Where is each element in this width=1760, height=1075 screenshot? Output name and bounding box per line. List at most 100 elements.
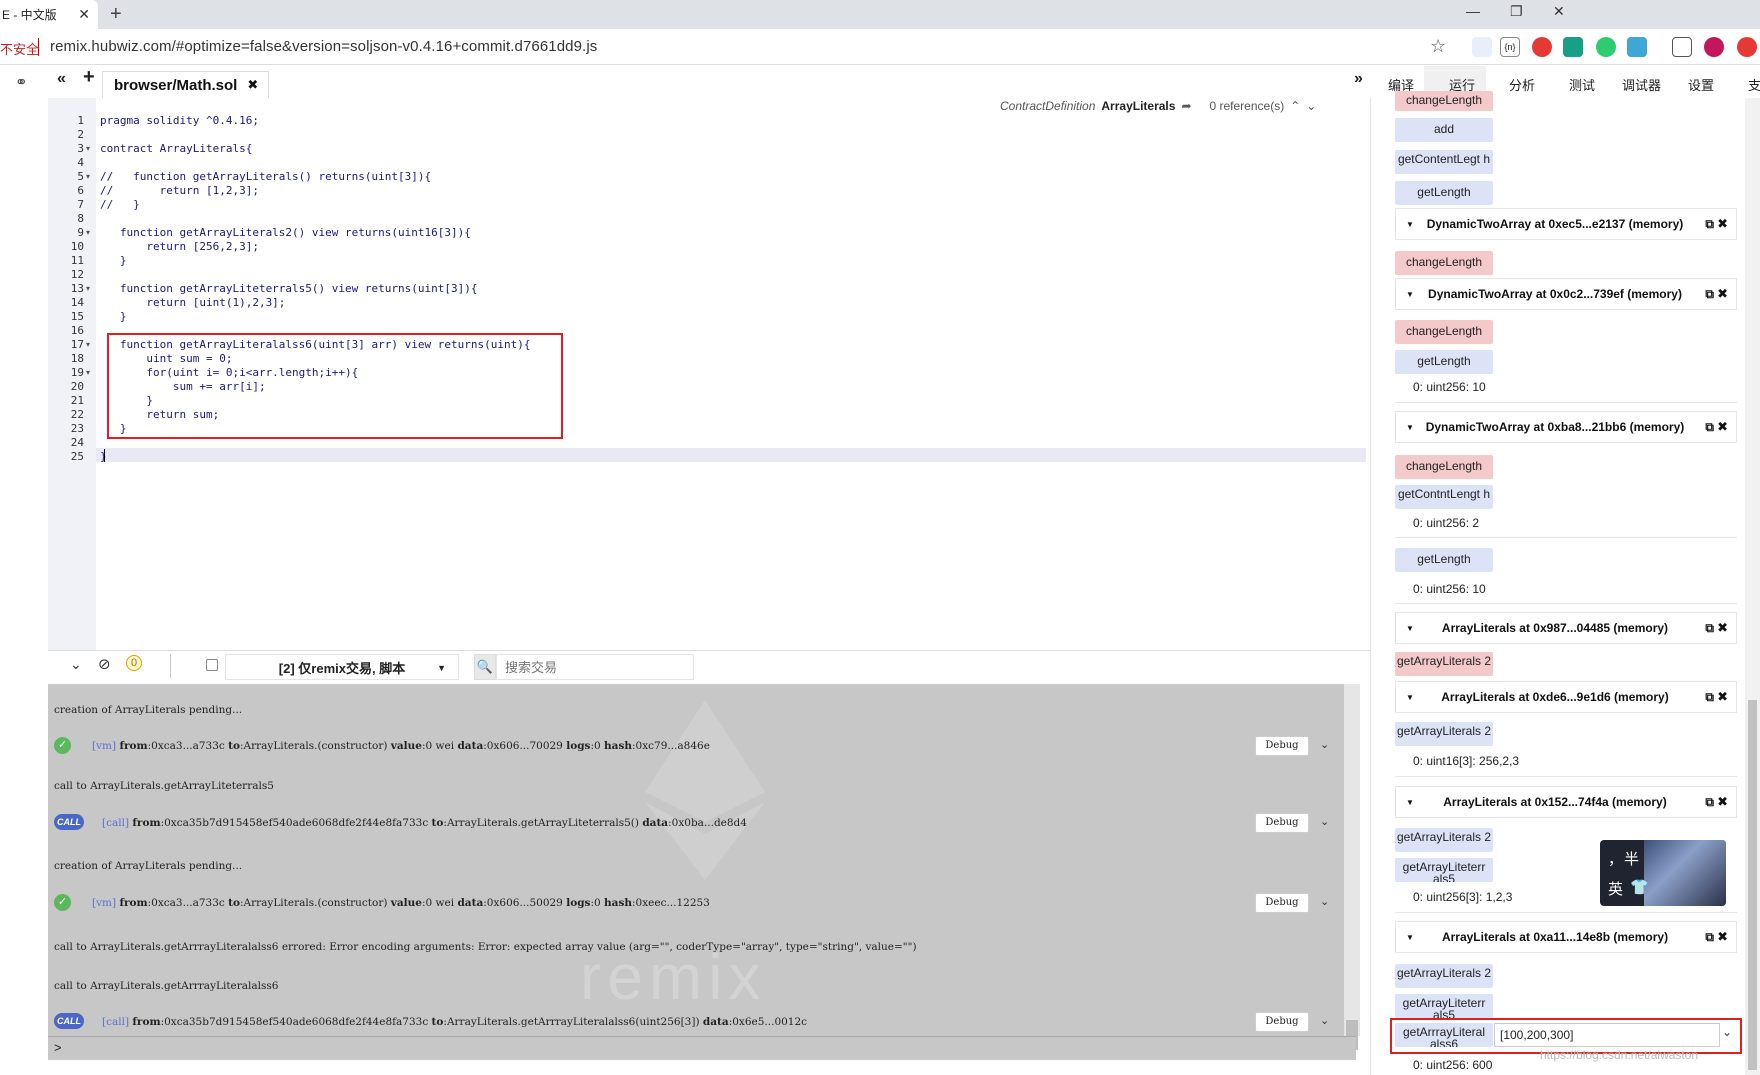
remove-instance-icon[interactable]: ✖ [1717, 689, 1728, 705]
copy-address-icon[interactable]: ⧉ [1705, 287, 1714, 302]
copy-address-icon[interactable]: ⧉ [1705, 420, 1714, 435]
collapse-left-icon[interactable]: « [57, 70, 66, 88]
fn-button-changeLength[interactable]: changeLength [1395, 91, 1493, 111]
tab-support[interactable]: 支 [1748, 75, 1760, 94]
instance-header[interactable]: ▼ DynamicTwoArray at 0xba8...21bb6 (memo… [1395, 411, 1737, 443]
fold-toggle-icon[interactable]: ▾ [86, 282, 90, 296]
collapse-triangle-icon[interactable]: ▼ [1406, 423, 1414, 432]
window-restore-button[interactable]: ❐ [1510, 3, 1523, 20]
bookmark-star-icon[interactable]: ☆ [1430, 36, 1446, 57]
extension-json-icon[interactable]: {n} [1500, 37, 1520, 57]
tx-log-line[interactable]: [vm] from:0xca3...a733c to:ArrayLiterals… [92, 740, 710, 752]
debug-button[interactable]: Debug [1255, 813, 1309, 833]
new-tab-button[interactable]: + [110, 3, 122, 26]
remove-instance-icon[interactable]: ✖ [1717, 286, 1728, 302]
code-line[interactable]: // function getArrayLiterals() returns(u… [100, 170, 431, 184]
collapse-triangle-icon[interactable]: ▼ [1406, 693, 1414, 702]
extension-red-icon[interactable] [1737, 37, 1757, 57]
url-field[interactable]: remix.hubwiz.com/#optimize=false&version… [50, 38, 597, 55]
fn-button-getLength[interactable]: getLength [1395, 548, 1493, 572]
file-tab-close-icon[interactable]: ✖ [247, 77, 258, 93]
remove-instance-icon[interactable]: ✖ [1717, 620, 1728, 636]
tab-debugger[interactable]: 调试器 [1622, 75, 1661, 94]
instance-header[interactable]: ▼ ArrayLiterals at 0xde6...9e1d6 (memory… [1395, 681, 1737, 713]
listen-network-checkbox[interactable] [206, 659, 218, 671]
code-line[interactable]: return [256,2,3]; [100, 240, 259, 254]
remove-instance-icon[interactable]: ✖ [1717, 419, 1728, 435]
fn-button-getArrayLiteterrals5[interactable]: getArrayLiteterr als5 [1395, 858, 1493, 882]
window-close-button[interactable]: ✕ [1553, 3, 1565, 20]
search-tx-input[interactable] [496, 654, 694, 680]
expand-tx-chevron-icon[interactable]: ⌄ [1320, 895, 1329, 908]
debug-button[interactable]: Debug [1255, 1012, 1309, 1032]
collapse-triangle-icon[interactable]: ▼ [1406, 624, 1414, 633]
extension-adblock-icon[interactable] [1532, 37, 1552, 57]
copy-address-icon[interactable]: ⧉ [1705, 930, 1714, 945]
terminal-prompt-row[interactable] [48, 1036, 1356, 1060]
expand-right-icon[interactable]: » [1354, 70, 1363, 88]
collapse-triangle-icon[interactable]: ▼ [1406, 798, 1414, 807]
search-icon[interactable]: 🔍 [474, 654, 496, 680]
fn-button-getArrayLiterals2[interactable]: getArrayLiterals 2 [1395, 722, 1493, 746]
run-panel-scroll-thumb[interactable] [1748, 700, 1757, 1070]
tx-log-line[interactable]: [call] from:0xca35b7d915458ef540ade6068d… [102, 817, 747, 829]
instance-header[interactable]: ▼ DynamicTwoArray at 0xec5...e2137 (memo… [1395, 208, 1737, 240]
instance-header[interactable]: ▼ ArrayLiterals at 0x152...74f4a (memory… [1395, 786, 1737, 818]
debug-button[interactable]: Debug [1255, 893, 1309, 913]
extension-screenshot-icon[interactable] [1563, 37, 1583, 57]
goto-definition-icon[interactable]: ➦ [1181, 99, 1191, 113]
next-reference-icon[interactable]: ⌄ [1306, 99, 1316, 113]
code-line[interactable]: } [100, 254, 127, 268]
collapse-triangle-icon[interactable]: ▼ [1406, 220, 1414, 229]
instance-header[interactable]: ▼ ArrayLiterals at 0xa11...14e8b (memory… [1395, 921, 1737, 953]
fn-button-getContntLength[interactable]: getContntLengt h [1395, 485, 1493, 509]
code-line[interactable]: // } [100, 198, 140, 212]
link-icon[interactable]: ⚭ [15, 73, 28, 91]
fold-toggle-icon[interactable]: ▾ [86, 142, 90, 156]
copy-address-icon[interactable]: ⧉ [1705, 621, 1714, 636]
remove-instance-icon[interactable]: ✖ [1717, 216, 1728, 232]
code-line[interactable]: // return [1,2,3]; [100, 184, 259, 198]
instance-header[interactable]: ▼ ArrayLiterals at 0x987...04485 (memory… [1395, 612, 1737, 644]
fn-button-getArrayLiterals2[interactable]: getArrayLiterals 2 [1395, 652, 1493, 676]
instance-header[interactable]: ▼ DynamicTwoArray at 0x0c2...739ef (memo… [1395, 278, 1737, 310]
browser-tab-close-icon[interactable]: ✕ [78, 6, 90, 23]
fn-button-changeLength[interactable]: changeLength [1395, 455, 1493, 479]
reading-list-icon[interactable] [1672, 37, 1692, 57]
fold-toggle-icon[interactable]: ▾ [86, 170, 90, 184]
fn-button-getArrayLiteterrals5[interactable]: getArrayLiteterr als5 [1395, 994, 1493, 1018]
copy-address-icon[interactable]: ⧉ [1705, 795, 1714, 810]
profile-avatar[interactable] [1704, 37, 1724, 57]
code-line[interactable]: function getArrayLiterals2() view return… [100, 226, 471, 240]
fn-button-getArrayLiterals2[interactable]: getArrayLiterals 2 [1395, 828, 1493, 852]
code-line[interactable]: contract ArrayLiterals{ [100, 142, 252, 156]
tab-settings[interactable]: 设置 [1688, 75, 1714, 94]
expand-tx-chevron-icon[interactable]: ⌄ [1320, 1014, 1329, 1027]
code-line[interactable]: } [100, 310, 127, 324]
tx-log-line[interactable]: [vm] from:0xca3...a733c to:ArrayLiterals… [92, 897, 710, 909]
terminal-collapse-icon[interactable]: ⌄ [70, 656, 82, 673]
expand-tx-chevron-icon[interactable]: ⌄ [1320, 815, 1329, 828]
tx-log-line[interactable]: [call] from:0xca35b7d915458ef540ade6068d… [102, 1016, 807, 1028]
tab-test[interactable]: 测试 [1569, 75, 1595, 94]
fold-toggle-icon[interactable]: ▾ [86, 226, 90, 240]
ime-status-badge[interactable]: ， 半 英 👕 [1600, 840, 1726, 906]
code-line[interactable]: return [uint(1),2,3]; [100, 296, 285, 310]
copy-address-icon[interactable]: ⧉ [1705, 217, 1714, 232]
code-line[interactable]: pragma solidity ^0.4.16; [100, 114, 259, 128]
add-file-icon[interactable]: + [83, 66, 95, 89]
fold-toggle-icon[interactable]: ▾ [86, 366, 90, 380]
tx-filter-select[interactable]: [2] 仅remix交易, 脚本 ▼ [225, 654, 459, 680]
collapse-triangle-icon[interactable]: ▼ [1406, 933, 1414, 942]
fn-button-getLength[interactable]: getLength [1395, 181, 1493, 205]
fn-button-getLength[interactable]: getLength [1395, 350, 1493, 374]
fold-toggle-icon[interactable]: ▾ [86, 338, 90, 352]
debug-button[interactable]: Debug [1255, 736, 1309, 756]
tab-analysis[interactable]: 分析 [1509, 75, 1535, 94]
collapse-triangle-icon[interactable]: ▼ [1406, 290, 1414, 299]
fn-button-add[interactable]: add [1395, 118, 1493, 142]
terminal-scrollbar[interactable] [1344, 684, 1360, 1036]
window-minimize-button[interactable]: — [1466, 3, 1480, 19]
insecure-label[interactable]: 不安全 [0, 39, 39, 58]
file-tab[interactable]: browser/Math.sol ✖ [102, 71, 270, 98]
